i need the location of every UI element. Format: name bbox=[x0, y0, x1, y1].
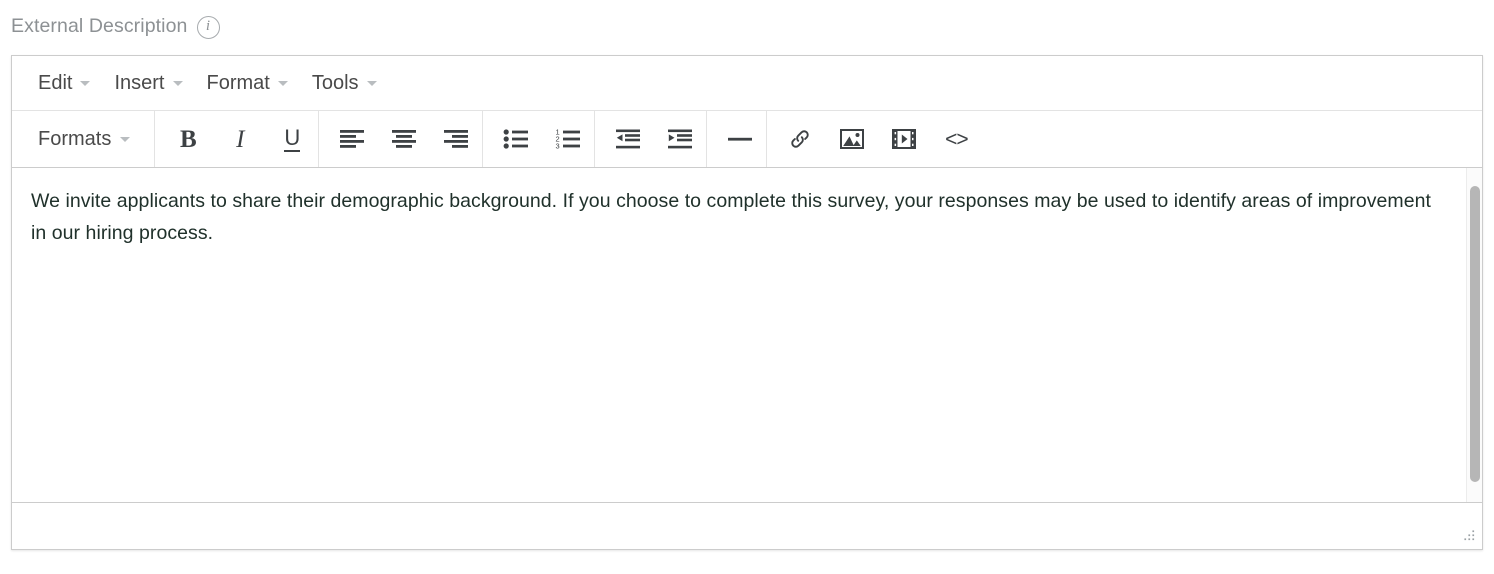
rich-text-editor: Edit Insert Format Tools Formats B bbox=[11, 55, 1483, 550]
editor-statusbar bbox=[12, 503, 1482, 549]
chevron-down-icon bbox=[80, 81, 90, 86]
editor-body-text: We invite applicants to share their demo… bbox=[31, 190, 1431, 244]
underline-button[interactable]: U bbox=[269, 119, 315, 159]
page-title: External Description bbox=[11, 17, 188, 37]
toolbar-group-alignment bbox=[319, 111, 482, 167]
menu-item-edit[interactable]: Edit bbox=[26, 67, 102, 99]
toolbar-group-indentation bbox=[595, 111, 706, 167]
editor-body[interactable]: We invite applicants to share their demo… bbox=[12, 168, 1482, 249]
info-icon-glyph: i bbox=[206, 19, 210, 34]
resize-grip-icon[interactable] bbox=[1460, 528, 1476, 544]
media-icon bbox=[892, 128, 916, 150]
menu-item-tools[interactable]: Tools bbox=[300, 67, 389, 99]
menu-item-label: Tools bbox=[312, 73, 359, 93]
svg-text:3: 3 bbox=[556, 141, 560, 150]
toolbar-group-text-style: B I U bbox=[155, 111, 318, 167]
chevron-down-icon bbox=[278, 81, 288, 86]
insert-media-button[interactable] bbox=[881, 119, 927, 159]
align-right-button[interactable] bbox=[433, 119, 479, 159]
chevron-down-icon bbox=[120, 137, 130, 142]
horizontal-rule-icon bbox=[727, 128, 753, 150]
bullet-list-button[interactable] bbox=[493, 119, 539, 159]
menu-item-label: Insert bbox=[114, 73, 164, 93]
indent-button[interactable] bbox=[657, 119, 703, 159]
align-left-button[interactable] bbox=[329, 119, 375, 159]
insert-image-button[interactable] bbox=[829, 119, 875, 159]
vertical-scrollbar[interactable] bbox=[1466, 168, 1482, 502]
toolbar-group-lists: 1 2 3 bbox=[483, 111, 594, 167]
italic-button[interactable]: I bbox=[217, 119, 263, 159]
chevron-down-icon bbox=[173, 81, 183, 86]
italic-icon: I bbox=[236, 127, 244, 152]
toolbar-group-insert: <> bbox=[767, 111, 982, 167]
align-center-icon bbox=[391, 128, 417, 150]
align-right-icon bbox=[443, 128, 469, 150]
insert-link-button[interactable] bbox=[777, 119, 823, 159]
formats-dropdown-label: Formats bbox=[38, 129, 111, 149]
underline-icon: U bbox=[284, 127, 300, 152]
ordered-list-icon: 1 2 3 bbox=[555, 128, 581, 150]
menu-item-label: Edit bbox=[38, 73, 72, 93]
vertical-scrollbar-thumb[interactable] bbox=[1470, 186, 1480, 482]
align-left-icon bbox=[339, 128, 365, 150]
editor-toolbar: Formats B I U bbox=[12, 111, 1482, 168]
numbered-list-button[interactable]: 1 2 3 bbox=[545, 119, 591, 159]
field-label-row: External Description i bbox=[11, 12, 220, 42]
source-code-icon: <> bbox=[945, 129, 968, 150]
formats-dropdown[interactable]: Formats bbox=[26, 123, 142, 155]
menu-item-label: Format bbox=[207, 73, 270, 93]
outdent-button[interactable] bbox=[605, 119, 651, 159]
source-code-button[interactable]: <> bbox=[933, 119, 979, 159]
unordered-list-icon bbox=[503, 128, 529, 150]
bold-button[interactable]: B bbox=[165, 119, 211, 159]
link-icon bbox=[788, 127, 812, 151]
align-center-button[interactable] bbox=[381, 119, 427, 159]
menu-item-insert[interactable]: Insert bbox=[102, 67, 194, 99]
chevron-down-icon bbox=[367, 81, 377, 86]
outdent-icon bbox=[615, 128, 641, 150]
info-circle-icon[interactable]: i bbox=[197, 16, 220, 39]
indent-icon bbox=[667, 128, 693, 150]
image-icon bbox=[840, 128, 864, 150]
editor-content-area: We invite applicants to share their demo… bbox=[12, 168, 1482, 503]
editor-menubar: Edit Insert Format Tools bbox=[12, 56, 1482, 111]
toolbar-group-divider bbox=[707, 111, 766, 167]
horizontal-rule-button[interactable] bbox=[717, 119, 763, 159]
menu-item-format[interactable]: Format bbox=[195, 67, 300, 99]
bold-icon: B bbox=[180, 127, 197, 152]
